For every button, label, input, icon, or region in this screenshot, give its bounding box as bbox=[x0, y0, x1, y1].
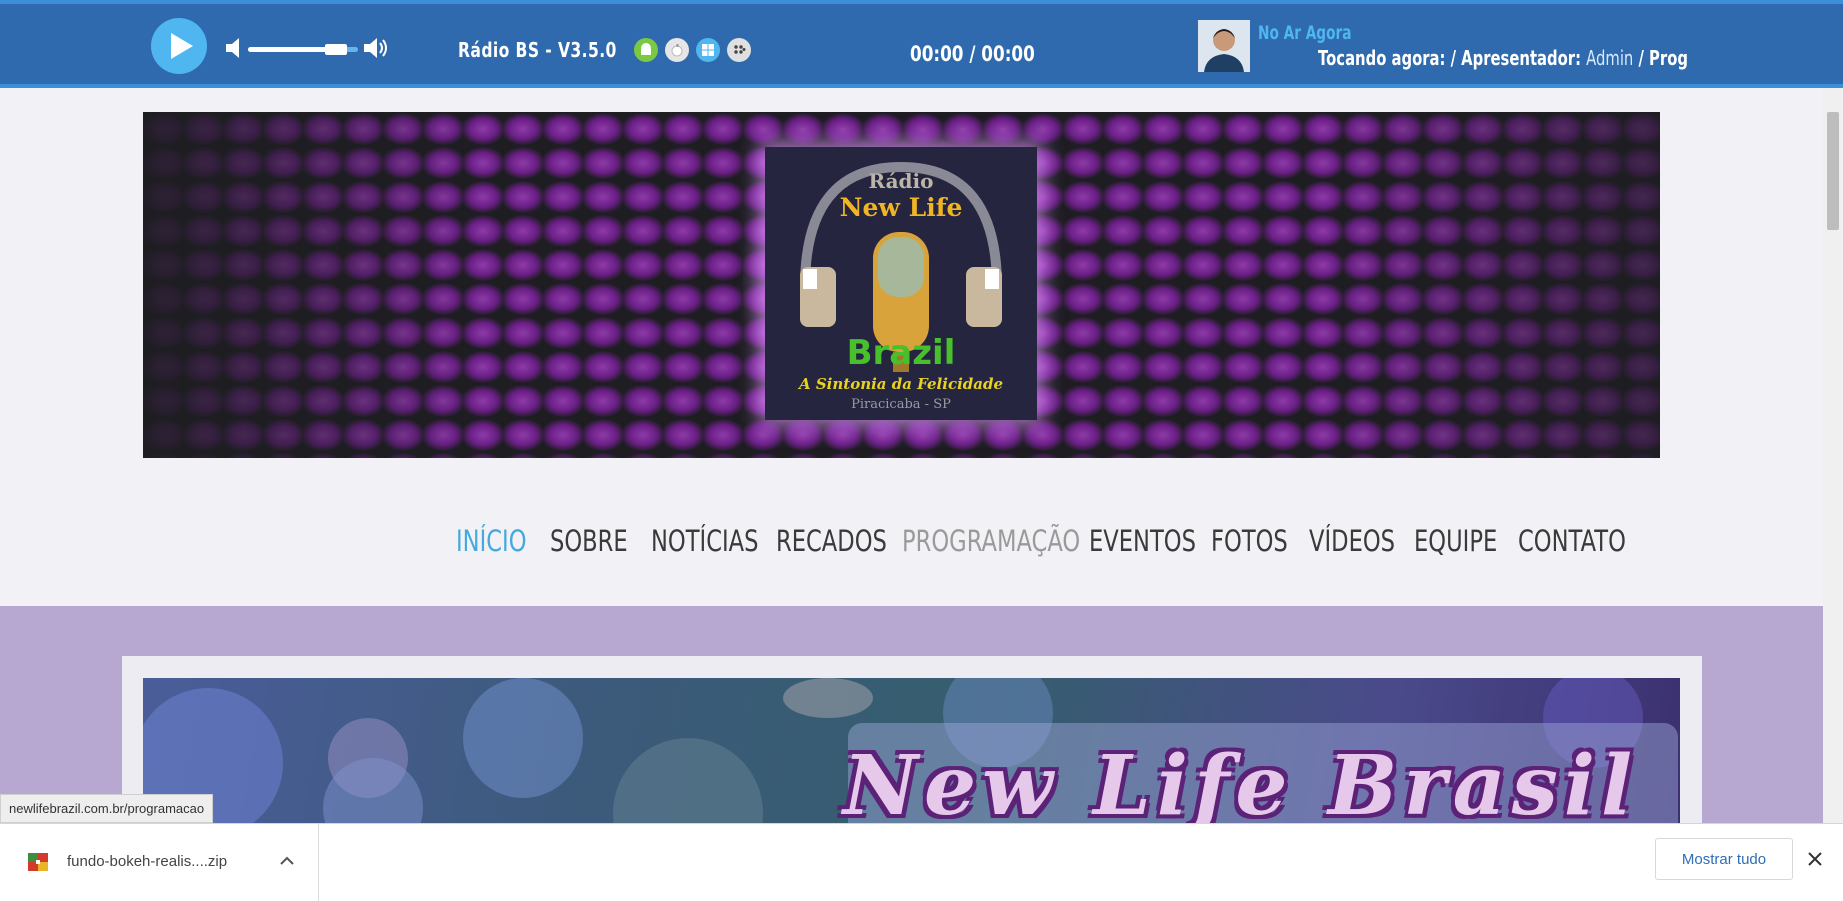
apple-icon[interactable] bbox=[665, 38, 689, 62]
volume-slider[interactable] bbox=[248, 44, 358, 55]
logo-country: Brazil bbox=[846, 333, 956, 373]
separator: / bbox=[1638, 46, 1644, 70]
presenter-name: Admin bbox=[1586, 46, 1634, 70]
logo-city: Piracicaba - SP bbox=[851, 397, 951, 412]
hero-title: New Life Brasil bbox=[843, 738, 1639, 823]
radio-player-bar: Rádio BS - V3.5.0 00:00 / 00:00 No Ar Ag… bbox=[0, 0, 1843, 88]
player-version: Rádio BS - V3.5.0 bbox=[458, 38, 617, 62]
nav-sobre[interactable]: SOBRE bbox=[550, 524, 628, 558]
windows-icon[interactable] bbox=[696, 38, 720, 62]
bokeh-circle bbox=[783, 678, 873, 718]
download-shelf: fundo-bokeh-realis....zip Mostrar tudo bbox=[0, 823, 1843, 901]
now-playing-info: Tocando agora: / Apresentador: Admin / P… bbox=[1318, 46, 1836, 70]
zip-file-icon bbox=[28, 853, 48, 871]
logo-slogan: A Sintonia da Felicidade bbox=[798, 375, 1004, 393]
playback-time: 00:00 / 00:00 bbox=[910, 42, 1035, 66]
logo-radio-text: Rádio bbox=[868, 169, 934, 193]
nav-recados[interactable]: RECADOS bbox=[776, 524, 887, 558]
on-air-label: No Ar Agora bbox=[1258, 22, 1352, 44]
now-playing-label: Tocando agora: / Apresentador: bbox=[1318, 46, 1581, 70]
download-item[interactable]: fundo-bokeh-realis....zip bbox=[0, 824, 319, 901]
link-status-url: newlifebrazil.com.br/programacao bbox=[0, 794, 214, 823]
program-label: Prog bbox=[1649, 46, 1688, 70]
presenter-avatar bbox=[1198, 20, 1250, 72]
platform-links bbox=[634, 38, 751, 62]
close-icon[interactable] bbox=[1806, 850, 1824, 868]
bokeh-circle bbox=[613, 738, 763, 823]
radio-logo[interactable]: Rádio New Life Brazil A Sintonia da Feli… bbox=[765, 147, 1037, 420]
nav-noticias[interactable]: NOTÍCIAS bbox=[651, 524, 759, 558]
nav-programacao[interactable]: PROGRAMAÇÃO bbox=[902, 524, 1080, 558]
chevron-up-icon[interactable] bbox=[279, 854, 295, 866]
show-all-downloads-button[interactable]: Mostrar tudo bbox=[1655, 838, 1793, 880]
page-scrollbar[interactable] bbox=[1823, 88, 1843, 823]
bokeh-circle bbox=[463, 678, 583, 798]
page-content: Rádio New Life Brazil A Sintonia da Feli… bbox=[0, 88, 1823, 823]
volume-max-icon[interactable] bbox=[364, 37, 390, 59]
nav-eventos[interactable]: EVENTOS bbox=[1089, 524, 1196, 558]
volume-fill bbox=[248, 47, 336, 52]
nav-inicio[interactable]: INÍCIO bbox=[456, 524, 527, 558]
nav-equipe[interactable]: EQUIPE bbox=[1414, 524, 1497, 558]
volume-mute-icon[interactable] bbox=[226, 38, 242, 58]
hero-slider-image[interactable]: New Life Brasil bbox=[143, 678, 1680, 823]
nav-fotos[interactable]: FOTOS bbox=[1211, 524, 1288, 558]
logo-title: New Life bbox=[839, 193, 963, 222]
download-file-name: fundo-bokeh-realis....zip bbox=[67, 853, 228, 870]
play-button[interactable] bbox=[151, 18, 207, 74]
nav-videos[interactable]: VÍDEOS bbox=[1309, 524, 1395, 558]
scrollbar-thumb[interactable] bbox=[1827, 112, 1839, 230]
header-banner: Rádio New Life Brazil A Sintonia da Feli… bbox=[143, 112, 1660, 458]
android-icon[interactable] bbox=[634, 38, 658, 62]
blackberry-icon[interactable] bbox=[727, 38, 751, 62]
volume-handle[interactable] bbox=[325, 44, 347, 55]
play-icon bbox=[170, 33, 193, 59]
nav-contato[interactable]: CONTATO bbox=[1518, 524, 1626, 558]
